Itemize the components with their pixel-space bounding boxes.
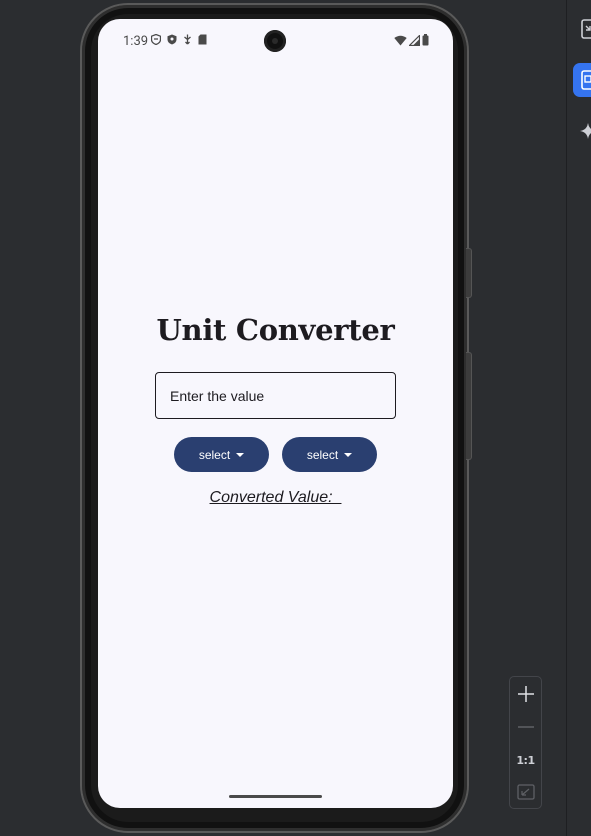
fit-screen-icon [516, 784, 535, 800]
plus-icon [517, 686, 534, 702]
fit-screen-button[interactable] [510, 776, 541, 808]
zoom-out-button[interactable] [510, 711, 541, 743]
to-unit-dropdown[interactable]: select [282, 437, 377, 472]
vpn-key-icon [167, 34, 177, 45]
converted-value-text: Converted Value: [209, 489, 342, 506]
status-bar: 1:39 [98, 19, 453, 63]
from-unit-dropdown[interactable]: select [174, 437, 269, 472]
shield-icon [151, 34, 161, 45]
signal-icon [409, 34, 420, 46]
gemini-button[interactable] [573, 114, 591, 148]
to-unit-label: select [306, 447, 339, 462]
minus-icon [517, 726, 534, 728]
status-icons-right [394, 34, 429, 46]
volume-rocker [466, 352, 472, 460]
device-mirror-icon [581, 19, 591, 39]
status-time: 1:39 [123, 34, 149, 49]
battery-icon [422, 34, 429, 46]
dropdown-arrow-icon [344, 453, 353, 457]
front-camera [264, 30, 286, 52]
running-devices-button[interactable] [573, 63, 591, 97]
actual-size-button[interactable]: 1:1 [510, 744, 541, 776]
wifi-icon [394, 35, 407, 45]
zoom-controls: 1:1 [509, 676, 542, 809]
home-indicator[interactable] [229, 795, 322, 798]
ide-right-toolbar [566, 0, 591, 836]
page-title: Unit Converter [156, 313, 395, 347]
usb-icon [184, 34, 191, 45]
gemini-sparkle-icon [580, 123, 591, 139]
device-screen[interactable]: 1:39 Unit Converter Enter the value sele… [98, 19, 453, 808]
device-mirror-button[interactable] [573, 12, 591, 46]
sd-card-icon [198, 34, 207, 45]
actual-size-label: 1:1 [516, 753, 535, 767]
status-icons-left [151, 34, 207, 45]
from-unit-label: select [198, 447, 231, 462]
value-input[interactable] [155, 372, 396, 419]
zoom-in-button[interactable] [510, 678, 541, 710]
running-devices-icon [581, 70, 591, 90]
power-button [466, 248, 472, 298]
dropdown-arrow-icon [236, 453, 245, 457]
